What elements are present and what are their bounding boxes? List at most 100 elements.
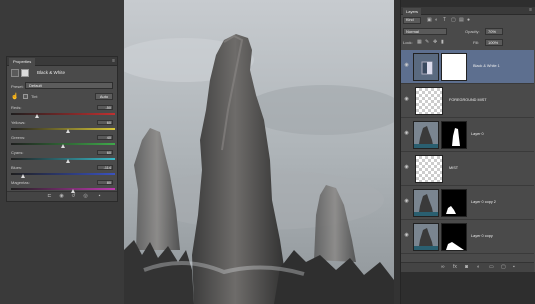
slider-label: Magentas: — [11, 180, 30, 185]
tint-checkbox[interactable] — [23, 94, 28, 99]
new-group-icon[interactable]: ▭ — [489, 265, 494, 270]
slider-thumb[interactable] — [66, 129, 71, 133]
layer-thumbnail[interactable] — [413, 189, 439, 217]
filter-shape-icon[interactable]: ▢ — [451, 18, 456, 23]
blend-mode-select[interactable]: Normal — [403, 28, 447, 35]
slider-track[interactable] — [11, 128, 115, 130]
layer-list: ◉ Black & White 1 ◉ FOREGROUND MIST ◉ Layer 0… — [401, 50, 534, 262]
properties-tab[interactable]: Properties — [9, 58, 36, 66]
add-mask-icon[interactable]: ◙ — [465, 265, 468, 270]
layer-row[interactable]: ◉ Black & White 1 — [401, 50, 534, 84]
layer-name[interactable]: Black & White 1 — [473, 64, 500, 68]
document-canvas[interactable] — [124, 0, 394, 304]
slider-value-input[interactable]: 40 — [97, 135, 113, 140]
layer-row[interactable]: ◉ MIST — [401, 152, 534, 186]
layer-row[interactable]: ◉ FOREGROUND MIST — [401, 84, 534, 118]
layers-menu-icon[interactable]: ≡ — [529, 7, 532, 14]
layer-name[interactable]: Layer 0 — [471, 132, 484, 136]
slider-value-input[interactable]: 60 — [97, 150, 113, 155]
filter-pixel-icon[interactable]: ▣ — [427, 18, 432, 23]
clip-to-layer-icon[interactable]: ⊏ — [47, 194, 52, 199]
layer-style-icon[interactable]: fx — [453, 265, 457, 270]
layer-thumbnail[interactable] — [413, 121, 439, 149]
slider-blues: Blues: -114 — [11, 165, 115, 179]
slider-track[interactable] — [11, 158, 115, 160]
visibility-eye-icon[interactable]: ◉ — [403, 63, 410, 68]
layer-thumbnail[interactable] — [415, 155, 443, 183]
slider-track[interactable] — [11, 188, 115, 190]
view-previous-icon[interactable]: ◉ — [59, 194, 64, 199]
filter-toggle-icon[interactable]: ● — [467, 18, 470, 23]
slider-yellows: Yellows: 60 — [11, 120, 115, 134]
slider-track[interactable] — [11, 113, 115, 115]
slider-magentas: Magentas: 80 — [11, 180, 115, 194]
slider-greens: Greens: 40 — [11, 135, 115, 149]
filter-kind-select[interactable]: Kind — [403, 17, 421, 24]
delete-icon[interactable]: ▪ — [97, 194, 102, 199]
slider-value-input[interactable]: -114 — [97, 165, 113, 170]
dock-empty-area — [401, 272, 535, 304]
fill-input[interactable]: 100% — [485, 39, 503, 46]
delete-layer-icon[interactable]: ▪ — [513, 265, 515, 270]
slider-label: Reds: — [11, 105, 22, 110]
layer-row[interactable]: ◉ Layer 0 copy 2 — [401, 186, 534, 220]
slider-thumb[interactable] — [66, 159, 71, 163]
fill-label: Fill: — [473, 40, 480, 45]
layer-name[interactable]: Layer 0 copy 2 — [471, 200, 496, 204]
lock-label: Lock: — [403, 40, 413, 45]
layer-mask-thumbnail[interactable] — [441, 121, 467, 149]
slider-value-input[interactable]: 60 — [97, 120, 113, 125]
layers-tab[interactable]: Layers — [403, 8, 422, 15]
reset-icon[interactable]: ↺ — [71, 194, 76, 199]
visibility-eye-icon[interactable]: ◉ — [403, 165, 410, 170]
lock-all-icon[interactable]: ▮ — [441, 40, 444, 45]
layer-name[interactable]: Layer 0 copy — [471, 234, 493, 238]
link-layers-icon[interactable]: ∞ — [441, 265, 445, 270]
slider-label: Blues: — [11, 165, 23, 170]
visibility-eye-icon[interactable]: ◉ — [403, 233, 410, 238]
visibility-icon[interactable]: ◎ — [83, 194, 88, 199]
lock-row: Lock: ▦ ✎ ✥ ▮ Fill: 100% — [403, 39, 534, 47]
preset-select[interactable]: Default — [25, 82, 113, 89]
visibility-eye-icon[interactable]: ◉ — [403, 97, 410, 102]
layer-thumbnail[interactable] — [415, 87, 443, 115]
new-adjustment-icon[interactable]: ◐ — [477, 265, 480, 270]
tint-label: Tint — [31, 94, 38, 99]
layer-mask-thumbnail[interactable] — [441, 223, 467, 251]
layers-tabbar: Layers ≡ — [401, 7, 535, 15]
layer-row[interactable]: ◉ Layer 0 — [401, 118, 534, 152]
slider-thumb[interactable] — [71, 189, 76, 193]
filter-smart-object-icon[interactable]: ▤ — [459, 18, 464, 23]
slider-thumb[interactable] — [61, 144, 65, 148]
blend-row: Normal Opacity: 70% — [403, 28, 534, 36]
layer-mask-thumbnail[interactable] — [441, 189, 467, 217]
tint-row: ☝ Tint Auto — [11, 93, 115, 101]
layer-name[interactable]: FOREGROUND MIST — [449, 98, 487, 102]
targeted-adjustment-hand-icon[interactable]: ☝ — [11, 93, 18, 100]
layer-name[interactable]: MIST — [449, 166, 458, 170]
lock-position-icon[interactable]: ✥ — [433, 40, 437, 45]
slider-thumb[interactable] — [35, 114, 39, 118]
layer-thumbnail[interactable] — [413, 223, 439, 251]
lock-transparent-icon[interactable]: ▦ — [417, 40, 422, 45]
slider-thumb[interactable] — [21, 174, 26, 178]
visibility-eye-icon[interactable]: ◉ — [403, 131, 410, 136]
layers-panel: Layers ≡ Kind ▣ ◐ T ▢ ▤ ● Normal Opacity… — [400, 0, 535, 304]
new-layer-icon[interactable]: ▢ — [501, 265, 506, 270]
filter-type-icon[interactable]: T — [443, 18, 446, 23]
slider-value-input[interactable]: 80 — [97, 180, 113, 185]
auto-button[interactable]: Auto — [95, 93, 113, 100]
panel-menu-icon[interactable]: ≡ — [112, 58, 115, 65]
layer-mask-thumbnail[interactable] — [441, 53, 467, 81]
opacity-input[interactable]: 70% — [485, 28, 503, 35]
slider-value-input[interactable]: -50 — [97, 105, 113, 110]
adjustment-layer-icon[interactable] — [11, 69, 19, 77]
mask-icon[interactable] — [21, 69, 29, 77]
filter-adjustment-icon[interactable]: ◐ — [435, 18, 438, 23]
visibility-eye-icon[interactable]: ◉ — [403, 199, 410, 204]
panel-dock-header — [401, 0, 535, 7]
slider-track[interactable] — [11, 173, 115, 175]
layer-row[interactable]: ◉ Layer 0 copy — [401, 220, 534, 254]
slider-label: Cyans: — [11, 150, 24, 155]
lock-image-icon[interactable]: ✎ — [425, 40, 429, 45]
